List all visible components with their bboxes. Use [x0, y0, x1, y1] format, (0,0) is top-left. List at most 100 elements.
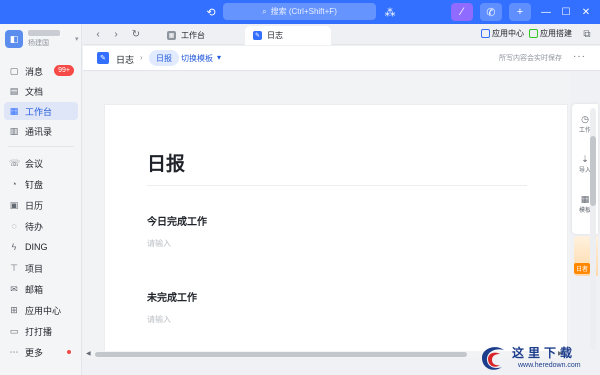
sidebar-item-label: 项目 [25, 263, 44, 274]
workbench-tab-icon: ▦ [167, 31, 176, 40]
watermark-title: 这里下载 [512, 346, 577, 360]
app-center-icon: ⊞ [10, 304, 18, 315]
sidebar-item-messages[interactable]: ▢ 消息 99+ [4, 62, 78, 80]
title-divider [147, 185, 527, 186]
sidebar-item-label: 文档 [25, 86, 44, 97]
todo-icon: ◌ [11, 221, 17, 231]
sidebar-item-label: 消息 [25, 66, 44, 77]
forward-icon[interactable]: › [109, 27, 123, 41]
sidebar-item-ding[interactable]: ϟ DING [4, 238, 78, 256]
sidebar-item-label: 邮箱 [25, 284, 44, 295]
close-icon[interactable]: ✕ [578, 4, 594, 20]
scroll-left-icon[interactable]: ◀ [86, 350, 91, 357]
sidebar-item-project[interactable]: ⊤ 项目 [4, 259, 78, 277]
unread-badge: 99+ [54, 65, 74, 76]
refresh-icon[interactable]: ↻ [129, 27, 143, 41]
undone-input[interactable]: 请输入 [147, 314, 171, 325]
global-search-box[interactable]: ⌕ 搜索 (Ctrl+Shift+F) [223, 3, 376, 20]
vertical-scrollbar[interactable] [590, 108, 596, 350]
mail-icon: ✉ [10, 283, 18, 294]
sidebar-item-more[interactable]: ⋯ 更多 [4, 343, 78, 361]
user-profile[interactable]: ◧ 杨建国 ▾ [5, 30, 79, 48]
chevron-right-icon: › [140, 53, 143, 62]
contacts-icon: ▥ [9, 125, 19, 136]
chat-icon: ▢ [9, 65, 19, 76]
plus-icon[interactable]: + [509, 3, 531, 21]
app-build-link[interactable]: 应用搭建 [529, 28, 572, 39]
sidebar-item-drive[interactable]: ◔ 钉盘 [4, 175, 78, 193]
chevron-down-icon[interactable]: ▾ [75, 35, 79, 43]
sidebar-item-broadcast[interactable]: ▭ 打打播 [4, 322, 78, 340]
site-watermark: 这里下载 www.heredown.com [470, 340, 600, 375]
report-paper: 日报 今日完成工作 请输入 未完成工作 请输入 [104, 104, 568, 358]
wand-icon[interactable]: ⁄ [451, 3, 473, 21]
meeting-icon: ☏ [9, 157, 21, 168]
watermark-logo-icon [482, 347, 504, 370]
switch-template-button[interactable]: 切换模板 ▾ [181, 53, 221, 64]
new-window-icon[interactable]: ⧉ [580, 27, 594, 41]
log-tab-icon: ✎ [253, 31, 262, 40]
doc-header: ✎ 日志 › 日报 切换模板 ▾ 所写内容会实时保存 ··· [83, 46, 600, 71]
sidebar-item-app-center[interactable]: ⊞ 应用中心 [4, 301, 78, 319]
app-build-label: 应用搭建 [540, 29, 572, 38]
app-center-icon [481, 29, 490, 38]
chevron-down-icon: ▾ [217, 53, 222, 62]
back-icon[interactable]: ‹ [91, 27, 105, 41]
scroll-thumb[interactable] [95, 352, 467, 357]
sidebar-item-contacts[interactable]: ▥ 通讯录 [4, 122, 78, 140]
notification-dot [67, 350, 71, 354]
more-icon: ⋯ [9, 346, 19, 357]
section-heading-undone: 未完成工作 [147, 293, 197, 304]
sidebar: ◧ 杨建国 ▾ ▢ 消息 99+ ▤ 文档 ▦ 工作台 ▥ 通讯录 ☏ 会议 ◔… [0, 24, 82, 375]
autosave-status: 所写内容会实时保存 [499, 55, 562, 62]
doc-breadcrumb[interactable]: 日志 [116, 53, 134, 66]
phone-icon[interactable]: ✆ [480, 3, 502, 21]
sidebar-item-workbench[interactable]: ▦ 工作台 [4, 102, 78, 120]
minimize-icon[interactable]: — [538, 4, 554, 20]
app-center-link[interactable]: 应用中心 [481, 28, 524, 39]
sidebar-item-label: 打打播 [25, 326, 53, 337]
sidebar-item-label: 待办 [25, 221, 44, 232]
sidebar-item-label: 钉盘 [25, 179, 44, 190]
sidebar-item-label: 会议 [25, 158, 44, 169]
document-icon: ▤ [9, 85, 19, 96]
sidebar-item-meeting[interactable]: ☏ 会议 [4, 154, 78, 172]
user-org: 杨建国 [28, 40, 49, 47]
sidebar-item-mail[interactable]: ✉ 邮箱 [4, 280, 78, 298]
done-input[interactable]: 请输入 [147, 238, 171, 249]
drive-icon: ◔ [11, 179, 17, 189]
sidebar-item-label: 日历 [25, 200, 44, 211]
workbench-icon: ▦ [9, 105, 19, 116]
search-icon: ⌕ [262, 6, 267, 16]
tab-bar: ‹ › ↻ ▦ 工作台 ✎ 日志 应用中心 应用搭建 ⧉ [83, 24, 600, 45]
avatar[interactable]: ◧ [5, 30, 23, 48]
tab-log[interactable]: ✎ 日志 [245, 26, 331, 45]
tab-label: 日志 [267, 31, 283, 40]
project-icon: ⊤ [10, 262, 18, 273]
sidebar-item-calendar[interactable]: ▣ 日历 [4, 196, 78, 214]
maximize-icon[interactable]: ☐ [558, 4, 574, 20]
ding-icon: ϟ [11, 242, 17, 252]
log-app-icon: ✎ [97, 52, 109, 64]
calendar-icon: ▣ [9, 199, 19, 210]
sidebar-item-label: DING [25, 242, 48, 252]
more-options-icon[interactable]: ··· [573, 51, 586, 62]
watermark-url: www.heredown.com [518, 362, 581, 369]
daily-report-chip[interactable]: 日报 [149, 50, 179, 66]
sidebar-item-label: 更多 [25, 347, 44, 358]
user-name-redacted [28, 30, 60, 36]
grid-apps-icon[interactable]: ⁂ [382, 4, 398, 20]
promo-tag: 日者 [574, 263, 591, 274]
sidebar-item-todo[interactable]: ◌ 待办 [4, 217, 78, 235]
sidebar-divider [8, 146, 74, 147]
tab-workbench[interactable]: ▦ 工作台 [159, 26, 213, 45]
history-icon[interactable]: ⟲ [203, 4, 219, 20]
scroll-thumb[interactable] [590, 136, 596, 206]
report-title: 日报 [147, 154, 186, 175]
sidebar-item-label: 通讯录 [25, 126, 53, 137]
sidebar-item-docs[interactable]: ▤ 文档 [4, 82, 78, 100]
sidebar-item-label: 工作台 [25, 106, 53, 117]
section-heading-done: 今日完成工作 [147, 217, 207, 228]
search-placeholder: 搜索 (Ctrl+Shift+F) [270, 7, 337, 16]
switch-template-label: 切换模板 [181, 54, 213, 63]
